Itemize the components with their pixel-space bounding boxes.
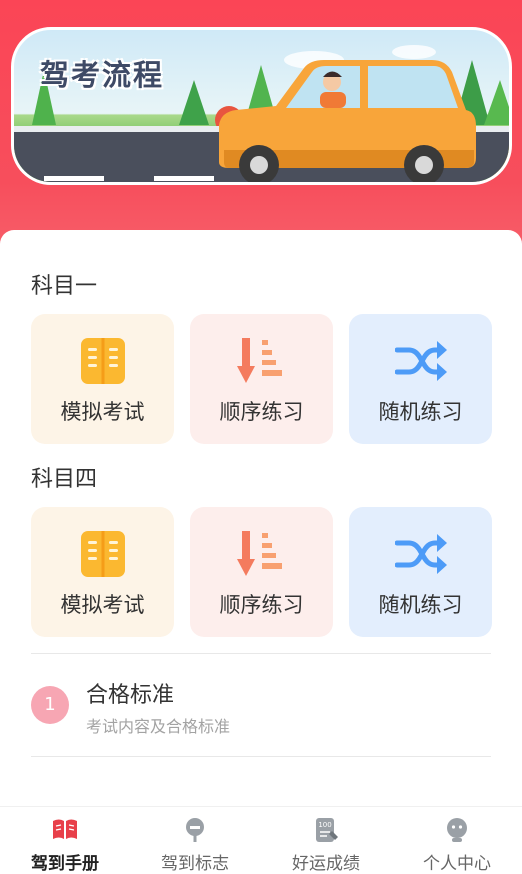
number-badge: 1	[31, 686, 69, 724]
subject-four-mock-exam-button[interactable]: 模拟考试	[31, 507, 174, 637]
subject-four-sequential-practice-button[interactable]: 顺序练习	[190, 507, 333, 637]
sort-order-icon	[236, 531, 282, 576]
divider	[31, 756, 491, 757]
score-sheet-icon: 100	[316, 818, 338, 842]
subject-one-random-practice-button[interactable]: 随机练习	[349, 314, 492, 444]
tab-personal-center[interactable]: 个人中心	[392, 807, 522, 874]
book-icon	[80, 338, 125, 384]
passing-standard-title: 合格标准	[86, 683, 175, 708]
shuffle-icon	[394, 534, 447, 574]
tile-label: 随机练习	[378, 593, 463, 617]
section-title-subject-four: 科目四	[31, 467, 98, 492]
tab-driving-signs[interactable]: 驾到标志	[130, 807, 260, 874]
tile-label: 顺序练习	[219, 400, 304, 424]
tab-label: 个人中心	[423, 854, 491, 874]
svg-text:100: 100	[318, 821, 331, 829]
section-title-subject-one: 科目一	[31, 274, 98, 299]
sort-order-icon	[236, 338, 282, 383]
subject-four-random-practice-button[interactable]: 随机练习	[349, 507, 492, 637]
tab-label: 好运成绩	[292, 854, 360, 874]
tab-driving-handbook[interactable]: 驾到手册	[0, 807, 130, 874]
tile-label: 随机练习	[378, 400, 463, 424]
driving-test-banner[interactable]: 驾考流程	[11, 27, 512, 185]
sign-post-icon	[186, 818, 204, 842]
divider	[31, 653, 491, 654]
open-book-icon	[53, 819, 77, 839]
person-icon	[447, 818, 467, 842]
tile-label: 模拟考试	[60, 593, 145, 617]
shuffle-icon	[394, 341, 447, 381]
banner-title: 驾考流程	[40, 58, 165, 92]
tab-label: 驾到手册	[31, 854, 99, 874]
tile-label: 模拟考试	[60, 400, 145, 424]
passing-standard-subtitle: 考试内容及合格标准	[86, 717, 231, 736]
tab-good-luck-scores[interactable]: 100 好运成绩	[261, 807, 391, 874]
subject-one-mock-exam-button[interactable]: 模拟考试	[31, 314, 174, 444]
subject-one-sequential-practice-button[interactable]: 顺序练习	[190, 314, 333, 444]
tile-label: 顺序练习	[219, 593, 304, 617]
bottom-tab-bar: 驾到手册 驾到标志 100 好运成绩 个人中心	[0, 806, 522, 874]
book-icon	[80, 531, 125, 577]
tab-label: 驾到标志	[161, 854, 229, 874]
